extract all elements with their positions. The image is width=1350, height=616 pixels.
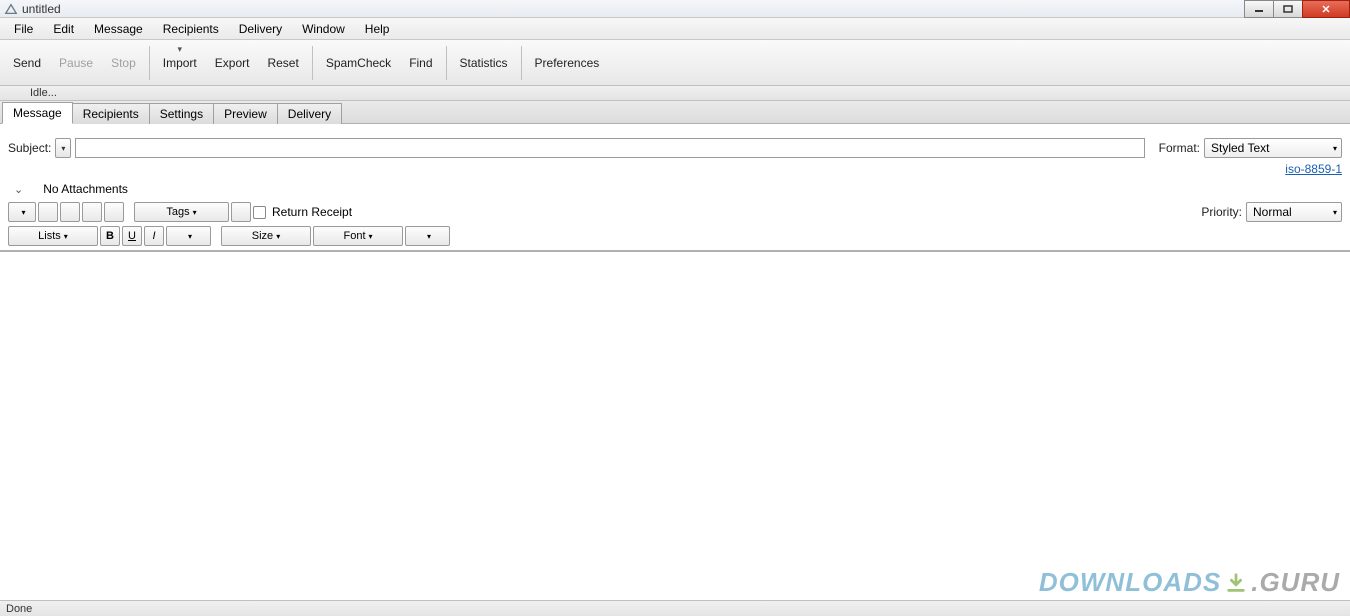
window-controls xyxy=(1245,0,1350,18)
subject-label: Subject: xyxy=(8,141,51,155)
return-receipt-checkbox[interactable] xyxy=(253,206,266,219)
font-label: Font xyxy=(343,230,365,242)
close-button[interactable] xyxy=(1302,0,1350,18)
toolbar: Send Pause Stop ▾Import Export Reset Spa… xyxy=(0,40,1350,86)
watermark: DOWNLOADS .GURU xyxy=(1039,567,1340,598)
subject-history-button[interactable]: ▾ xyxy=(55,138,71,158)
message-panel: Subject: ▾ Format: Styled Text ▾ iso-885… xyxy=(0,124,1350,572)
option-button-6[interactable] xyxy=(231,202,251,222)
option-button-1[interactable]: ▾ xyxy=(8,202,36,222)
tab-message[interactable]: Message xyxy=(2,102,73,124)
menu-recipients[interactable]: Recipients xyxy=(153,19,229,39)
format-select[interactable]: Styled Text ▾ xyxy=(1204,138,1342,158)
window-title: untitled xyxy=(22,2,61,16)
chevron-down-icon: ▾ xyxy=(188,232,192,241)
format-value: Styled Text xyxy=(1211,141,1269,155)
priority-value: Normal xyxy=(1253,205,1292,219)
format-toolbar: Lists▾ B U I ▾ Size▾ Font▾ ▾ xyxy=(8,226,1342,246)
encoding-link[interactable]: iso-8859-1 xyxy=(1285,162,1342,176)
chevron-down-icon: ▾ xyxy=(276,232,280,241)
size-button[interactable]: Size▾ xyxy=(221,226,311,246)
options-row: ▾ Tags ▾ Return Receipt Priority: Normal … xyxy=(8,202,1342,222)
option-button-4[interactable] xyxy=(82,202,102,222)
subject-row: Subject: ▾ Format: Styled Text ▾ xyxy=(8,138,1342,158)
titlebar: untitled xyxy=(0,0,1350,18)
chevron-down-icon: ▾ xyxy=(369,232,373,241)
tabbar: Message Recipients Settings Preview Deli… xyxy=(0,101,1350,124)
tags-button[interactable]: Tags ▾ xyxy=(134,202,229,222)
export-button[interactable]: Export xyxy=(206,52,259,74)
priority-label: Priority: xyxy=(1201,205,1242,219)
preferences-button[interactable]: Preferences xyxy=(526,52,609,74)
download-icon xyxy=(1225,572,1247,594)
status-text: Idle... xyxy=(30,87,57,99)
watermark-left: DOWNLOADS xyxy=(1039,567,1221,598)
import-button[interactable]: ▾Import xyxy=(154,52,206,74)
lists-label: Lists xyxy=(38,230,61,242)
expand-icon[interactable]: ⌄ xyxy=(14,183,23,196)
app-icon xyxy=(4,2,18,16)
pause-button[interactable]: Pause xyxy=(50,52,102,74)
style-button-2[interactable]: ▾ xyxy=(405,226,450,246)
chevron-down-icon: ▾ xyxy=(64,232,68,241)
format-label: Format: xyxy=(1159,141,1200,155)
statusbar-text: Done xyxy=(6,603,32,615)
stop-button[interactable]: Stop xyxy=(102,52,145,74)
option-button-5[interactable] xyxy=(104,202,124,222)
menu-window[interactable]: Window xyxy=(292,19,355,39)
font-button[interactable]: Font ▾ xyxy=(313,226,403,246)
return-receipt-label: Return Receipt xyxy=(272,205,352,219)
tags-label: Tags xyxy=(166,206,189,218)
toolbar-separator xyxy=(521,46,522,80)
menu-message[interactable]: Message xyxy=(84,19,153,39)
toolbar-separator xyxy=(312,46,313,80)
attachments-label: No Attachments xyxy=(43,182,128,196)
chevron-down-icon: ▾ xyxy=(1327,144,1337,153)
menu-edit[interactable]: Edit xyxy=(43,19,84,39)
menu-file[interactable]: File xyxy=(4,19,43,39)
subject-input[interactable] xyxy=(75,138,1144,158)
attachments-row: ⌄ No Attachments xyxy=(8,182,1342,196)
chevron-down-icon: ▾ xyxy=(427,232,431,241)
message-editor[interactable] xyxy=(8,252,1342,572)
watermark-right: .GURU xyxy=(1251,567,1340,598)
size-label: Size xyxy=(252,230,273,242)
chevron-down-icon: ▾ xyxy=(1327,208,1337,217)
chevron-down-icon: ▾ xyxy=(21,208,25,217)
lists-button[interactable]: Lists▾ xyxy=(8,226,98,246)
send-button[interactable]: Send xyxy=(4,52,50,74)
reset-button[interactable]: Reset xyxy=(258,52,307,74)
priority-select[interactable]: Normal ▾ xyxy=(1246,202,1342,222)
status-line: Idle... xyxy=(0,86,1350,101)
chevron-down-icon: ▾ xyxy=(193,208,197,217)
toolbar-separator xyxy=(149,46,150,80)
maximize-button[interactable] xyxy=(1273,0,1303,18)
chevron-down-icon: ▾ xyxy=(61,144,65,153)
menubar: File Edit Message Recipients Delivery Wi… xyxy=(0,18,1350,40)
encoding-row: iso-8859-1 xyxy=(8,162,1342,176)
minimize-button[interactable] xyxy=(1244,0,1274,18)
tab-preview[interactable]: Preview xyxy=(213,103,278,124)
import-label: Import xyxy=(163,56,197,70)
menu-delivery[interactable]: Delivery xyxy=(229,19,292,39)
option-button-3[interactable] xyxy=(60,202,80,222)
statusbar: Done xyxy=(0,600,1350,616)
tab-delivery[interactable]: Delivery xyxy=(277,103,342,124)
spamcheck-button[interactable]: SpamCheck xyxy=(317,52,400,74)
chevron-down-icon: ▾ xyxy=(177,44,182,55)
tab-recipients[interactable]: Recipients xyxy=(72,103,150,124)
tab-settings[interactable]: Settings xyxy=(149,103,214,124)
statistics-button[interactable]: Statistics xyxy=(451,52,517,74)
italic-button[interactable]: I xyxy=(144,226,164,246)
menu-help[interactable]: Help xyxy=(355,19,400,39)
underline-button[interactable]: U xyxy=(122,226,142,246)
bold-button[interactable]: B xyxy=(100,226,120,246)
toolbar-separator xyxy=(446,46,447,80)
style-button-1[interactable]: ▾ xyxy=(166,226,211,246)
option-button-2[interactable] xyxy=(38,202,58,222)
find-button[interactable]: Find xyxy=(400,52,441,74)
